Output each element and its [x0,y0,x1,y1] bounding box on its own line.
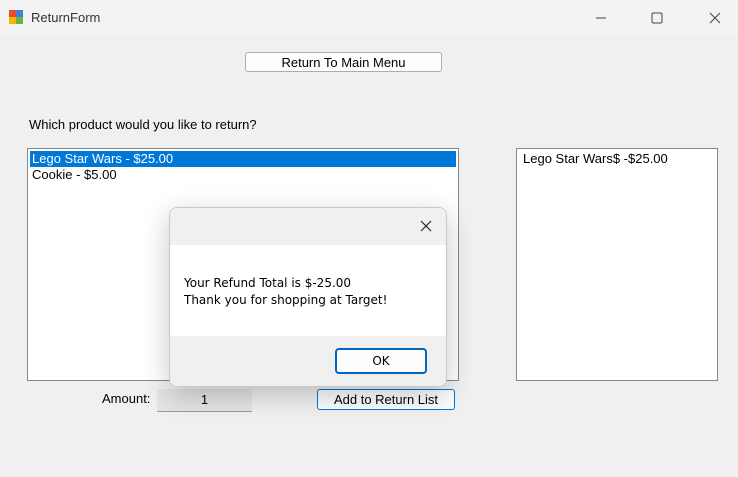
product-prompt-label: Which product would you like to return? [29,117,257,132]
ok-button[interactable]: OK [335,348,427,374]
window-close-button[interactable] [692,0,738,36]
dialog-body: Your Refund Total is $-25.00 Thank you f… [170,245,446,336]
product-list-item[interactable]: Lego Star Wars - $25.00 [30,151,456,167]
minimize-icon [596,17,606,19]
dialog-message: Your Refund Total is $-25.00 Thank you f… [184,275,387,309]
add-to-return-list-button[interactable]: Add to Return List [317,389,455,410]
dialog-footer: OK [170,336,446,386]
title-bar: ReturnForm [0,0,738,36]
amount-field[interactable]: 1 [157,389,252,412]
dialog-title-bar [170,208,446,245]
window-title: ReturnForm [31,10,101,25]
close-icon [709,12,721,24]
maximize-icon [651,12,663,24]
return-listbox[interactable]: Lego Star Wars$ -$25.00 [516,148,718,381]
return-list-item[interactable]: Lego Star Wars$ -$25.00 [521,151,713,167]
minimize-button[interactable] [578,0,624,36]
close-icon [420,220,432,232]
amount-label: Amount: [102,391,151,406]
maximize-button[interactable] [634,0,680,36]
dialog-close-button[interactable] [416,216,436,236]
refund-total-text: Your Refund Total is $-25.00 [184,276,352,290]
thank-you-text: Thank you for shopping at Target! [184,293,388,307]
app-icon [9,10,23,24]
product-list-item[interactable]: Cookie - $5.00 [30,167,456,183]
refund-message-dialog: Your Refund Total is $-25.00 Thank you f… [169,207,447,387]
return-to-main-menu-button[interactable]: Return To Main Menu [245,52,442,72]
